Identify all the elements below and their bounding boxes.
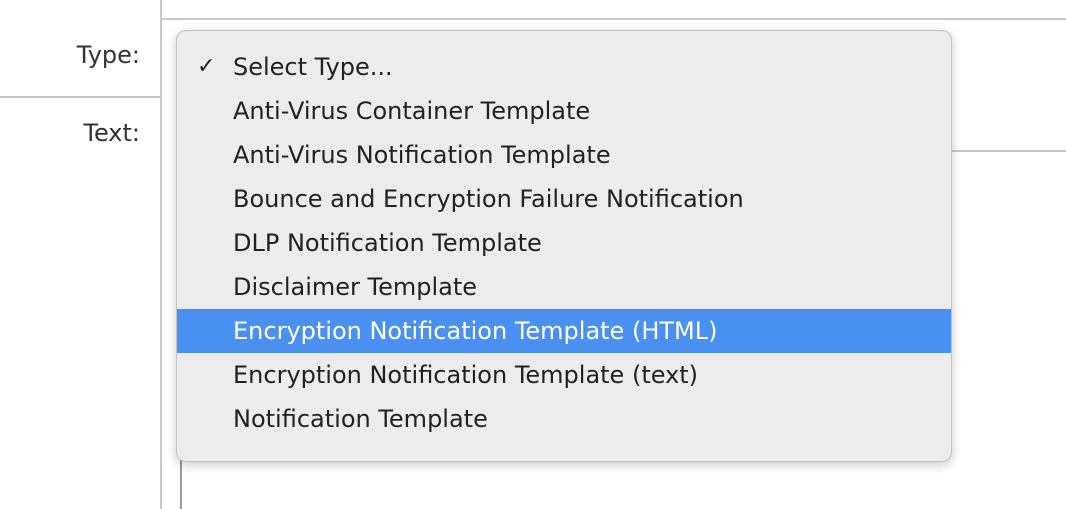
menu-item-bounce-encryption-failure[interactable]: Bounce and Encryption Failure Notificati…	[177, 177, 951, 221]
menu-item-encryption-notification-html[interactable]: Encryption Notification Template (HTML)	[177, 309, 951, 353]
menu-item-encryption-notification-text[interactable]: Encryption Notification Template (text)	[177, 353, 951, 397]
menu-item-dlp-notification-template[interactable]: DLP Notification Template	[177, 221, 951, 265]
menu-item-label: Encryption Notification Template (text)	[233, 361, 699, 389]
text-label: Text:	[83, 119, 140, 147]
checkmark-icon: ✓	[197, 54, 216, 79]
column-divider	[160, 0, 162, 509]
menu-item-disclaimer-template[interactable]: Disclaimer Template	[177, 265, 951, 309]
menu-item-label: Select Type...	[233, 53, 393, 81]
menu-item-label: Disclaimer Template	[233, 273, 478, 301]
top-divider	[160, 18, 1066, 20]
row-divider	[0, 96, 160, 98]
menu-item-label: Anti-Virus Container Template	[233, 97, 591, 125]
text-field-top-border	[948, 150, 1066, 152]
menu-item-anti-virus-notification-template[interactable]: Anti-Virus Notification Template	[177, 133, 951, 177]
menu-item-label: Encryption Notification Template (HTML)	[233, 317, 718, 345]
type-label: Type:	[76, 41, 140, 69]
menu-item-notification-template[interactable]: Notification Template	[177, 397, 951, 441]
menu-item-label: DLP Notification Template	[233, 229, 542, 257]
menu-item-select-type[interactable]: ✓ Select Type...	[177, 45, 951, 89]
menu-item-label: Anti-Virus Notification Template	[233, 141, 611, 169]
menu-item-label: Bounce and Encryption Failure Notificati…	[233, 185, 744, 213]
menu-item-anti-virus-container-template[interactable]: Anti-Virus Container Template	[177, 89, 951, 133]
menu-item-label: Notification Template	[233, 405, 488, 433]
type-dropdown-menu[interactable]: ✓ Select Type... Anti-Virus Container Te…	[176, 30, 952, 462]
